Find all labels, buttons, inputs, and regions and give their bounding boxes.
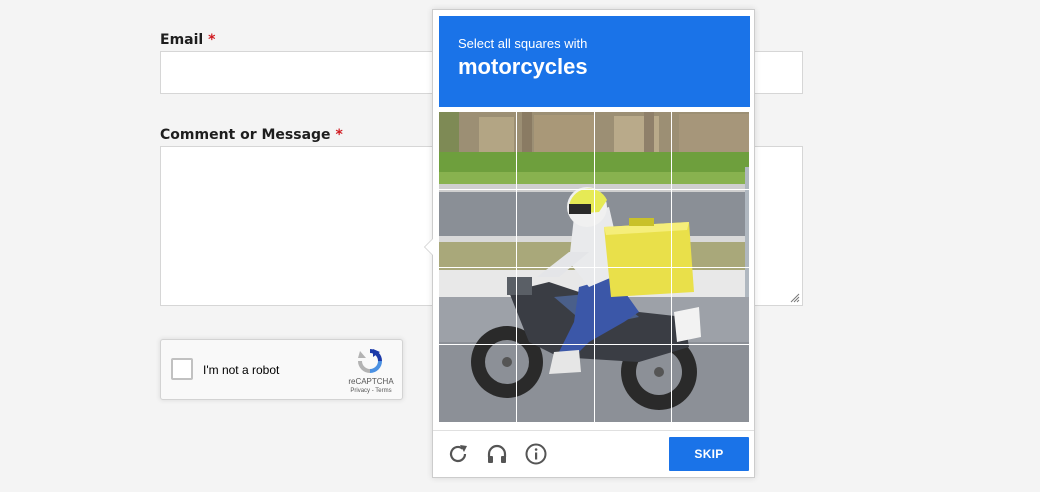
grid-tile[interactable] [439, 189, 517, 268]
grid-tile[interactable] [672, 267, 750, 346]
message-label-text: Comment or Message [160, 127, 331, 143]
message-label: Comment or Message * [160, 127, 343, 143]
challenge-target: motorcycles [458, 54, 588, 79]
email-label-text: Email [160, 32, 204, 48]
grid-tile[interactable] [672, 189, 750, 268]
skip-button[interactable]: SKIP [669, 437, 749, 471]
recaptcha-widget: I'm not a robot reCAPTCHA Privacy - Term… [160, 339, 403, 400]
challenge-header: Select all squares with motorcycles [439, 16, 750, 107]
grid-tile[interactable] [516, 189, 595, 268]
popup-arrow-inner [425, 239, 433, 255]
grid-tile[interactable] [594, 345, 673, 423]
robot-checkbox-label: I'm not a robot [203, 363, 280, 377]
grid-tile[interactable] [516, 345, 595, 423]
recaptcha-brand: reCAPTCHA [348, 377, 394, 386]
grid-tile[interactable] [594, 267, 673, 346]
resize-grip-icon[interactable] [790, 293, 800, 303]
grid-tile[interactable] [439, 112, 517, 190]
recaptcha-logo-icon [358, 349, 382, 373]
grid-tile[interactable] [594, 112, 673, 190]
required-mark: * [208, 32, 216, 48]
robot-checkbox[interactable] [171, 358, 193, 380]
grid-tile[interactable] [439, 267, 517, 346]
image-grid [439, 112, 750, 423]
challenge-footer: SKIP [433, 430, 754, 479]
email-label: Email * [160, 32, 215, 48]
info-icon[interactable] [524, 442, 548, 466]
grid-tile[interactable] [672, 112, 750, 190]
headphones-icon[interactable] [485, 442, 509, 466]
grid-tile[interactable] [594, 189, 673, 268]
grid-tile[interactable] [439, 345, 517, 423]
grid-tile[interactable] [516, 112, 595, 190]
grid-tile[interactable] [516, 267, 595, 346]
recaptcha-links[interactable]: Privacy - Terms [346, 388, 396, 394]
challenge-instruction: Select all squares with [458, 36, 588, 51]
grid-tile[interactable] [672, 345, 750, 423]
captcha-challenge: Select all squares with motorcycles SKIP [424, 9, 755, 479]
reload-icon[interactable] [446, 442, 470, 466]
required-mark: * [335, 127, 343, 143]
